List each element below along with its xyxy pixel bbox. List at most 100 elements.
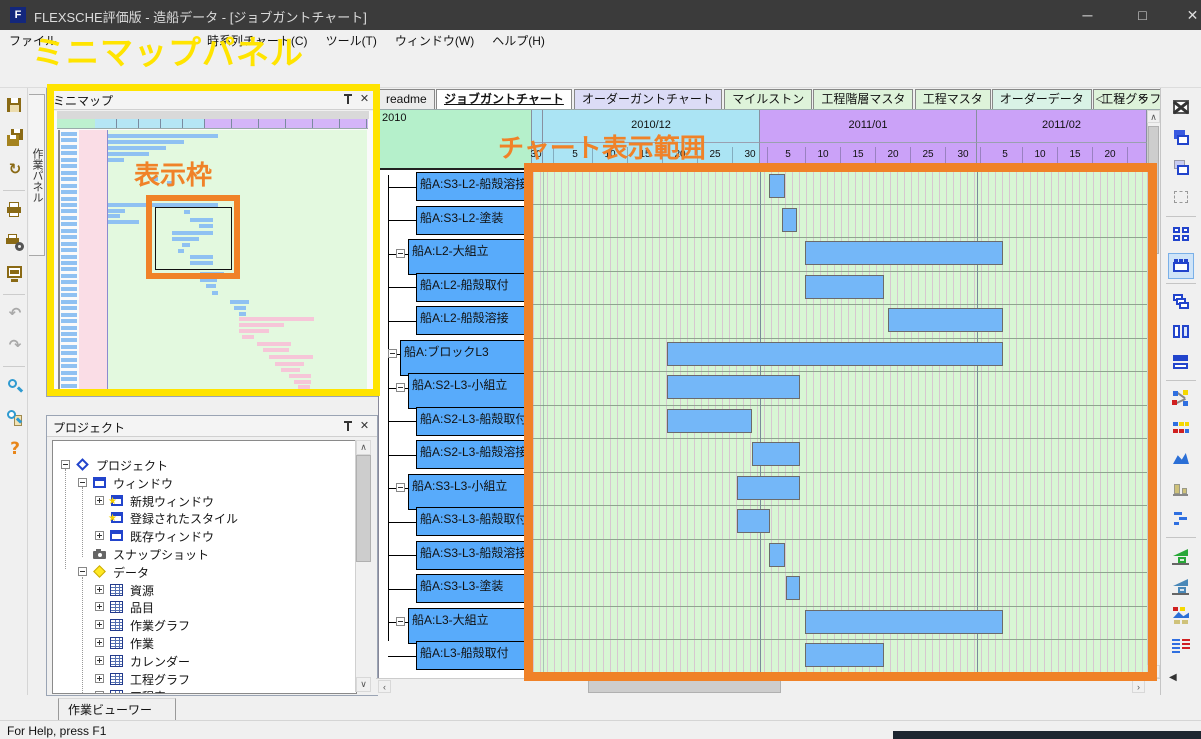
project-panel-titlebar[interactable]: プロジェクト ✕ [47, 416, 377, 437]
tree-expand-box[interactable] [95, 496, 104, 505]
tree-item-作業[interactable]: 作業 [130, 635, 154, 652]
dock-button-undo[interactable]: ↶ [3, 302, 27, 328]
tab-ジョブガントチャート[interactable]: ジョブガントチャート [436, 89, 572, 109]
tree-collapse-box[interactable] [61, 460, 70, 469]
gantt-row-label[interactable]: 船A:S3-L2-船殻溶接 [416, 172, 531, 201]
dock-button-print[interactable] [3, 198, 27, 224]
gantt-row-label[interactable]: 船A:S3-L3-小組立 [408, 474, 531, 510]
tree-item-カレンダー[interactable]: カレンダー [130, 653, 190, 670]
gantt-bar[interactable] [667, 342, 1003, 366]
gantt-row-label[interactable]: 船A:S2-L3-小組立 [408, 373, 531, 409]
work-viewer-tab[interactable]: 作業ビューワー [58, 698, 176, 722]
gantt-bar[interactable] [888, 308, 1003, 332]
tab-オーダーデータ[interactable]: オーダーデータ [992, 89, 1092, 109]
close-button[interactable]: ✕ [1170, 0, 1201, 30]
menu-item[interactable]: ヘルプ(H) [483, 32, 554, 49]
scroll-down-icon[interactable]: ∨ [356, 677, 371, 692]
menu-item[interactable]: ファイル [0, 32, 66, 49]
dock-button-new-window[interactable] [1168, 156, 1194, 182]
chart-vscroll-thumb[interactable] [1148, 126, 1159, 254]
dock-button-reload[interactable]: ↻ [3, 158, 27, 184]
gantt-row-label[interactable]: 船A:S2-L3-船殻取付 [416, 407, 531, 436]
dock-button-bar-chart[interactable] [1168, 477, 1194, 503]
dock-button-color-grid[interactable] [1168, 417, 1194, 443]
tree-expand-box[interactable] [95, 691, 104, 694]
gantt-row-label[interactable]: 船A:S3-L3-塗装 [416, 574, 531, 603]
gantt-row-label[interactable]: 船A:L2-船殻溶接 [416, 306, 531, 335]
tree-item-プロジェクト[interactable]: プロジェクト [96, 457, 168, 474]
gantt-bar[interactable] [737, 476, 800, 500]
gantt-bar[interactable] [737, 509, 770, 533]
dock-button-network-chart[interactable] [1168, 387, 1194, 413]
project-tree-scrollbar[interactable]: ∧ ∨ [355, 440, 371, 692]
minimap-viewport-frame[interactable] [155, 207, 232, 270]
dock-button-area-chart[interactable] [1168, 447, 1194, 473]
tab-オーダーガントチャート[interactable]: オーダーガントチャート [574, 89, 722, 109]
minimize-button[interactable]: ─ [1065, 0, 1110, 30]
dock-button-text-list[interactable] [1168, 634, 1194, 660]
scroll-right-icon[interactable]: › [1132, 680, 1145, 693]
gantt-bar[interactable] [752, 442, 800, 466]
dock-button-help[interactable]: ? [3, 438, 27, 464]
gantt-bar[interactable] [786, 576, 800, 600]
dock-button-close-window[interactable] [1168, 96, 1194, 122]
chart-hscroll-thumb[interactable] [588, 680, 781, 693]
collapse-arrow-icon[interactable]: ◀ [1169, 672, 1177, 683]
dock-button-save[interactable] [3, 94, 27, 120]
dock-button-stack-windows[interactable] [1168, 290, 1194, 316]
minimap-panel-titlebar[interactable]: ミニマップ ✕ [47, 89, 377, 110]
tree-expand-box[interactable] [95, 602, 104, 611]
dock-button-empty-frame[interactable] [1168, 186, 1194, 212]
gantt-bar[interactable] [667, 409, 752, 433]
tree-collapse-box[interactable] [78, 478, 87, 487]
tab-readme[interactable]: readme [378, 89, 435, 109]
tree-item-スナップショット[interactable]: スナップショット [113, 546, 209, 563]
tree-item-工程表[interactable]: 工程表 [130, 688, 166, 694]
gantt-bar[interactable] [805, 643, 884, 667]
minimap-canvas[interactable] [51, 111, 373, 394]
menu-item[interactable]: ウィンドウ(W) [386, 32, 483, 49]
gantt-row-label[interactable]: 船A:L3-船殻取付 [416, 641, 531, 670]
dock-button-zoom-doc[interactable] [3, 406, 27, 432]
gantt-bar[interactable] [782, 208, 797, 232]
menu-item[interactable]: ツール(T) [317, 32, 386, 49]
tree-expand-box[interactable] [95, 585, 104, 594]
menu-item[interactable]: 時系列チャート(C) [198, 32, 317, 49]
gantt-row-label[interactable]: 船A:ブロックL3 [400, 340, 531, 376]
tree-expand-box[interactable] [95, 656, 104, 665]
tree-collapse-box[interactable] [396, 383, 405, 392]
tree-item-登録されたスタイル[interactable]: 登録されたスタイル [130, 510, 238, 527]
tree-collapse-box[interactable] [78, 567, 87, 576]
tree-item-資源[interactable]: 資源 [130, 582, 154, 599]
gantt-bar[interactable] [667, 375, 800, 399]
tree-expand-box[interactable] [95, 620, 104, 629]
gantt-bar[interactable] [769, 174, 785, 198]
tree-collapse-box[interactable] [396, 249, 405, 258]
dock-button-load-chart-green[interactable] [1168, 544, 1194, 570]
scrollbar-thumb[interactable] [356, 455, 371, 562]
tree-item-データ[interactable]: データ [113, 564, 149, 581]
dock-button-print-preview[interactable] [3, 262, 27, 288]
dock-button-tile-grid[interactable] [1168, 223, 1194, 249]
gantt-bar[interactable] [805, 275, 884, 299]
gantt-row-label[interactable]: 船A:L2-船殻取付 [416, 273, 531, 302]
tree-collapse-box[interactable] [396, 617, 405, 626]
gantt-bar[interactable] [805, 610, 1003, 634]
tree-expand-box[interactable] [95, 674, 104, 683]
tree-item-工程グラフ[interactable]: 工程グラフ [130, 671, 190, 688]
gantt-row-label[interactable]: 船A:S3-L3-船殻溶接 [416, 541, 531, 570]
gantt-bar[interactable] [805, 241, 1003, 265]
scroll-left-icon[interactable]: ‹ [378, 680, 391, 693]
dock-button-zoom-find[interactable] [3, 374, 27, 400]
work-panel-vertical-tab[interactable]: 作業パネル [29, 94, 45, 256]
pin-icon[interactable] [340, 419, 355, 433]
maximize-button[interactable]: □ [1120, 0, 1165, 30]
gantt-row-label[interactable]: 船A:L3-大組立 [408, 608, 531, 644]
gantt-row-label[interactable]: 船A:S2-L3-船殻溶接 [416, 440, 531, 469]
tree-item-品目[interactable]: 品目 [130, 599, 154, 616]
dock-button-print-gear[interactable] [3, 230, 27, 256]
dock-button-cascade-windows[interactable] [1168, 126, 1194, 152]
close-icon[interactable]: ✕ [357, 92, 372, 106]
dock-button-split-horizontal[interactable] [1168, 350, 1194, 376]
tree-item-新規ウィンドウ[interactable]: 新規ウィンドウ [130, 493, 214, 510]
